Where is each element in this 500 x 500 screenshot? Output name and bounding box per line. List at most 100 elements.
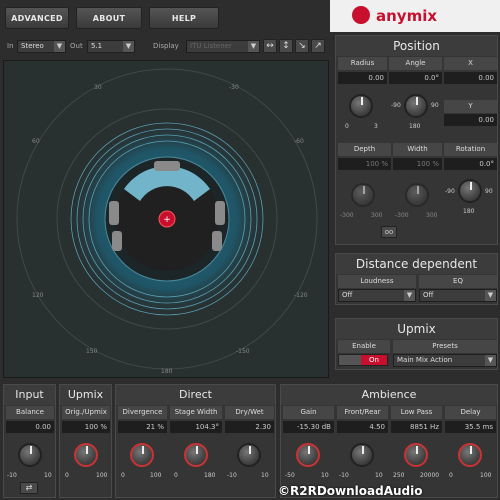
radius-value[interactable]: 0.00	[338, 72, 387, 84]
depth-min: -300	[340, 212, 354, 219]
enable-label: Enable	[338, 340, 390, 353]
loudness-select[interactable]: Off ▼	[338, 289, 416, 302]
stage-width-knob[interactable]	[184, 443, 208, 467]
chevron-down-icon: ▼	[485, 355, 496, 366]
brand-logo: anymix	[330, 0, 500, 32]
divergence-max: 100	[150, 472, 162, 479]
eq-value: Off	[423, 291, 434, 299]
diagonal-up-icon[interactable]: ↗	[311, 39, 325, 53]
about-button[interactable]: ABOUT	[76, 7, 142, 29]
angle-bottom: 180	[409, 123, 421, 130]
ambience-title: Ambience	[281, 385, 497, 405]
sound-stage[interactable]: + 30 -30 60 -60 120 -120 150 -150 180	[3, 60, 329, 378]
loudness-label: Loudness	[338, 275, 416, 288]
depth-value[interactable]: 100 %	[338, 158, 391, 170]
width-knob[interactable]	[405, 183, 429, 207]
balance-max: 10	[44, 472, 52, 479]
brand-name: anymix	[376, 7, 438, 25]
dry-wet-max: 10	[261, 472, 269, 479]
gain-value[interactable]: -15.30 dB	[283, 421, 334, 433]
ring-label: 30	[94, 84, 102, 91]
dry-wet-knob[interactable]	[237, 443, 261, 467]
chevron-down-icon: ▼	[54, 41, 65, 52]
x-value[interactable]: 0.00	[444, 72, 497, 84]
y-value[interactable]: 0.00	[444, 114, 497, 126]
angle-right: 90	[431, 102, 439, 109]
radius-knob[interactable]	[349, 94, 373, 118]
horizontal-arrows-icon[interactable]: ↔	[263, 39, 277, 53]
radius-label: Radius	[338, 57, 387, 70]
help-button[interactable]: HELP	[149, 7, 219, 29]
watermark: ©R2RDownloadAudio	[278, 484, 423, 498]
dry-wet-min: -10	[227, 472, 237, 479]
preset-value: Main Mix Action	[397, 356, 453, 364]
enable-toggle[interactable]: On	[338, 354, 388, 366]
delay-knob[interactable]	[458, 443, 482, 467]
front-rear-value[interactable]: 4.50	[337, 421, 388, 433]
diagonal-down-icon[interactable]: ↘	[295, 39, 309, 53]
rotation-knob[interactable]	[458, 179, 482, 203]
display-select[interactable]: ITU Listener ▼	[186, 40, 260, 53]
swap-icon[interactable]: ⇄	[20, 482, 38, 494]
position-title: Position	[336, 36, 497, 56]
stage-width-min: 0	[174, 472, 178, 479]
chevron-down-icon: ▼	[485, 290, 496, 301]
orig-upmix-value[interactable]: 100 %	[62, 421, 110, 433]
angle-value[interactable]: 0.0°	[389, 72, 442, 84]
display-label: Display	[153, 42, 179, 50]
angle-left: -90	[391, 102, 401, 109]
stage-width-max: 180	[204, 472, 216, 479]
radius-min: 0	[345, 123, 349, 130]
in-select[interactable]: Stereo ▼	[17, 40, 66, 53]
in-label: In	[7, 42, 14, 50]
chevron-down-icon: ▼	[248, 41, 259, 52]
presets-label: Presets	[393, 340, 497, 353]
svg-text:+: +	[163, 215, 171, 225]
angle-knob[interactable]	[404, 94, 428, 118]
front-rear-min: -10	[339, 472, 349, 479]
rotation-value[interactable]: 0.0°	[444, 158, 497, 170]
divergence-label: Divergence	[118, 406, 167, 419]
rotation-bottom: 180	[463, 208, 475, 215]
low-pass-value[interactable]: 8851 Hz	[391, 421, 442, 433]
display-value: ITU Listener	[190, 42, 232, 50]
distance-panel: Distance dependent Loudness EQ Off ▼ Off ▼	[335, 253, 498, 305]
out-value: 5.1	[91, 42, 103, 50]
depth-knob[interactable]	[351, 183, 375, 207]
balance-value[interactable]: 0.00	[6, 421, 54, 433]
vertical-arrows-icon[interactable]: ↕	[279, 39, 293, 53]
distance-title: Distance dependent	[336, 254, 497, 274]
x-label: X	[444, 57, 497, 70]
front-rear-max: 10	[375, 472, 383, 479]
width-value[interactable]: 100 %	[393, 158, 442, 170]
y-label: Y	[444, 100, 497, 113]
advanced-button[interactable]: ADVANCED	[5, 7, 69, 29]
front-rear-knob[interactable]	[350, 443, 374, 467]
front-rear-label: Front/Rear	[337, 406, 388, 419]
ring-label: 150	[86, 348, 98, 355]
ring-label: -60	[294, 138, 304, 145]
dry-wet-value[interactable]: 2.30	[225, 421, 274, 433]
low-pass-knob[interactable]	[404, 443, 428, 467]
eq-select[interactable]: Off ▼	[419, 289, 497, 302]
input-panel: Input Balance 0.00 -10 10 ⇄	[3, 384, 56, 498]
stage-width-value[interactable]: 104.3°	[170, 421, 222, 433]
angle-label: Angle	[389, 57, 442, 70]
balance-label: Balance	[6, 406, 54, 419]
enable-state: On	[361, 355, 387, 365]
out-select[interactable]: 5.1 ▼	[87, 40, 135, 53]
orig-upmix-knob[interactable]	[74, 443, 98, 467]
link-button[interactable]: oo	[381, 226, 397, 238]
presets-select[interactable]: Main Mix Action ▼	[393, 354, 497, 367]
rotation-left: -90	[445, 188, 455, 195]
balance-knob[interactable]	[18, 443, 42, 467]
divergence-knob[interactable]	[130, 443, 154, 467]
delay-value[interactable]: 35.5 ms	[445, 421, 496, 433]
upmix-panel: Upmix Enable Presets On Main Mix Action ▼	[335, 318, 498, 370]
logo-icon	[352, 6, 370, 24]
stage-width-label: Stage Width	[170, 406, 222, 419]
direct-panel: Direct Divergence Stage Width Dry/Wet 21…	[115, 384, 276, 498]
divergence-value[interactable]: 21 %	[118, 421, 167, 433]
depth-label: Depth	[338, 143, 391, 156]
gain-knob[interactable]	[296, 443, 320, 467]
